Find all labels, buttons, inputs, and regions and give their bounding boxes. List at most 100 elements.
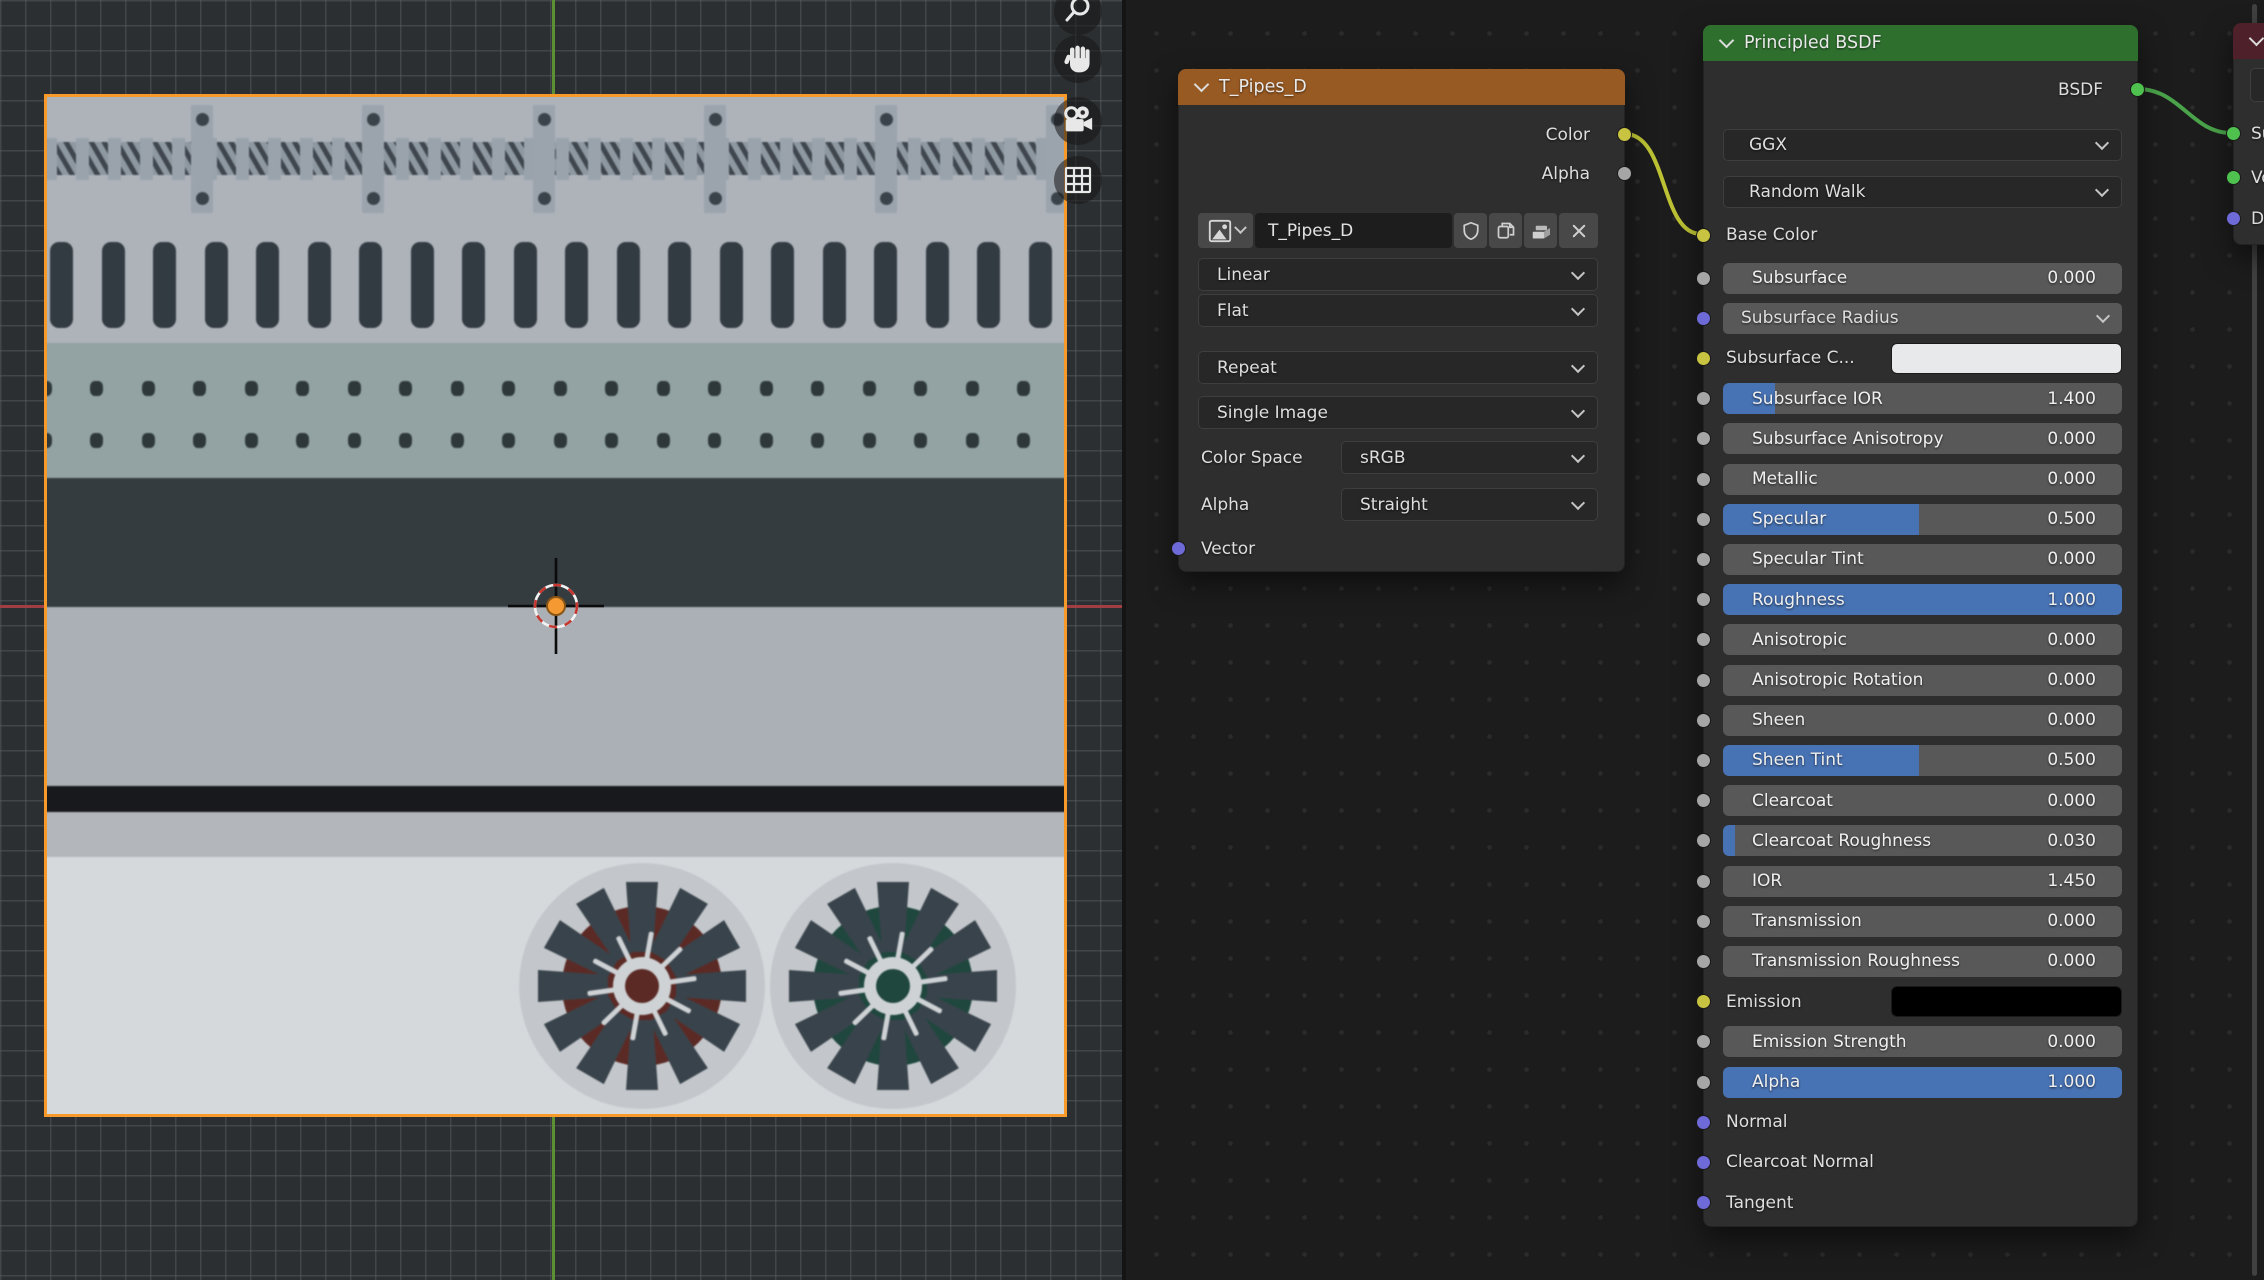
socket-roughness-input[interactable] xyxy=(1696,592,1711,607)
collapse-chevron-icon[interactable] xyxy=(2249,31,2264,47)
socket-specular-tint-input[interactable] xyxy=(1696,552,1711,567)
socket-specular-input[interactable] xyxy=(1696,512,1711,527)
specular-tint-value: 0.000 xyxy=(2047,549,2096,569)
projection-dropdown[interactable]: Flat xyxy=(1198,294,1598,327)
ior-slider[interactable]: IOR1.450 xyxy=(1723,866,2122,897)
socket-anisotropic-rotation-input[interactable] xyxy=(1696,673,1711,688)
socket-displacement-input[interactable] xyxy=(2226,211,2241,226)
collapse-chevron-icon[interactable] xyxy=(1719,33,1735,49)
socket-subsurface-anisotropy-input[interactable] xyxy=(1696,431,1711,446)
material-output-node[interactable]: Surface Volume Displacement xyxy=(2233,23,2264,245)
texture-fan-green xyxy=(763,856,1023,1116)
socket-subsurface-ior-input[interactable] xyxy=(1696,391,1711,406)
socket-base-color-input[interactable] xyxy=(1696,228,1711,243)
zoom-icon xyxy=(1061,0,1095,28)
pack-image-button[interactable] xyxy=(1524,213,1557,248)
specular-slider[interactable]: Specular0.500 xyxy=(1723,504,2122,535)
texture-bracket xyxy=(875,105,897,213)
clearcoat-roughness-slider[interactable]: Clearcoat Roughness0.030 xyxy=(1723,825,2122,856)
socket-alpha-output[interactable] xyxy=(1617,166,1632,181)
transmission-roughness-slider[interactable]: Transmission Roughness0.000 xyxy=(1723,946,2122,977)
socket-color-output[interactable] xyxy=(1617,127,1632,142)
alpha-mode-dropdown[interactable]: Straight xyxy=(1341,488,1598,521)
duplicate-image-button[interactable] xyxy=(1489,213,1522,248)
bsdf-node-header[interactable]: Principled BSDF xyxy=(1703,25,2138,61)
clearcoat-label: Clearcoat xyxy=(1752,791,1833,811)
texture-slot xyxy=(359,242,382,328)
roughness-slider[interactable]: Roughness1.000 xyxy=(1723,584,2122,615)
socket-clearcoat-normal-input[interactable] xyxy=(1696,1155,1711,1170)
texture-rivet xyxy=(90,381,103,396)
image-texture-node[interactable]: T_Pipes_D Color Alpha T_Pipes_D xyxy=(1178,69,1625,572)
texture-slot xyxy=(205,242,228,328)
bsdf-node-title: Principled BSDF xyxy=(1744,33,1882,53)
sheen-slider[interactable]: Sheen0.000 xyxy=(1723,705,2122,736)
transmission-slider[interactable]: Transmission0.000 xyxy=(1723,906,2122,937)
texture-bracket xyxy=(362,105,384,213)
socket-metallic-input[interactable] xyxy=(1696,472,1711,487)
texture-slot xyxy=(308,242,331,328)
texture-rivet xyxy=(44,433,52,448)
source-dropdown[interactable]: Single Image xyxy=(1198,396,1598,429)
ortho-grid-gizmo[interactable] xyxy=(1054,156,1102,204)
color-space-dropdown[interactable]: sRGB xyxy=(1341,441,1598,474)
fake-user-button[interactable] xyxy=(1454,213,1487,248)
subsurface-anisotropy-slider[interactable]: Subsurface Anisotropy0.000 xyxy=(1723,423,2122,454)
distribution-dropdown[interactable]: GGX xyxy=(1723,129,2122,161)
socket-emission-input[interactable] xyxy=(1696,994,1711,1009)
socket-transmission-roughness-input[interactable] xyxy=(1696,954,1711,969)
output-target-dropdown[interactable] xyxy=(2250,68,2264,102)
interpolation-dropdown[interactable]: Linear xyxy=(1198,258,1598,291)
subsurface-radius-dropdown[interactable]: Subsurface Radius xyxy=(1723,303,2122,334)
socket-subsurface-input[interactable] xyxy=(1696,271,1711,286)
metallic-slider[interactable]: Metallic0.000 xyxy=(1723,464,2122,495)
3d-viewport[interactable] xyxy=(0,0,1122,1280)
principled-bsdf-node[interactable]: Principled BSDF BSDF GGX Random Walk Bas… xyxy=(1703,25,2138,1227)
socket-subsurface-c-input[interactable] xyxy=(1696,351,1711,366)
clearcoat-roughness-fill xyxy=(1723,825,1735,856)
output-node-header[interactable] xyxy=(2233,23,2264,59)
socket-subsurface-radius-input[interactable] xyxy=(1696,311,1711,326)
socket-clearcoat-input[interactable] xyxy=(1696,793,1711,808)
socket-ior-input[interactable] xyxy=(1696,874,1711,889)
specular-tint-slider[interactable]: Specular Tint0.000 xyxy=(1723,544,2122,575)
image-node-header[interactable]: T_Pipes_D xyxy=(1178,69,1625,105)
chevron-down-icon xyxy=(1571,448,1585,462)
image-name-field[interactable]: T_Pipes_D xyxy=(1255,213,1452,248)
browse-image-button[interactable] xyxy=(1198,213,1253,248)
alpha-slider[interactable]: Alpha 1.000 xyxy=(1723,1067,2122,1098)
textured-plane-object[interactable] xyxy=(44,94,1067,1117)
camera-view-gizmo[interactable] xyxy=(1054,97,1102,145)
alpha-value: 1.000 xyxy=(2047,1072,2096,1092)
socket-transmission-input[interactable] xyxy=(1696,914,1711,929)
anisotropic-slider[interactable]: Anisotropic0.000 xyxy=(1723,624,2122,655)
socket-emission-strength-input[interactable] xyxy=(1696,1034,1711,1049)
subsurface-method-dropdown[interactable]: Random Walk xyxy=(1723,176,2122,208)
unlink-image-button[interactable] xyxy=(1559,213,1598,248)
alpha-label: Alpha xyxy=(1752,1072,1800,1092)
socket-volume-input[interactable] xyxy=(2226,170,2241,185)
socket-sheen-tint-input[interactable] xyxy=(1696,753,1711,768)
socket-vector-input[interactable] xyxy=(1171,541,1186,556)
subsurface-ior-slider[interactable]: Subsurface IOR1.400 xyxy=(1723,383,2122,414)
emission-color-swatch[interactable] xyxy=(1891,986,2122,1017)
sheen-tint-slider[interactable]: Sheen Tint0.500 xyxy=(1723,745,2122,776)
clearcoat-slider[interactable]: Clearcoat0.000 xyxy=(1723,785,2122,816)
socket-anisotropic-input[interactable] xyxy=(1696,632,1711,647)
socket-alpha-input[interactable] xyxy=(1696,1075,1711,1090)
pan-gizmo[interactable] xyxy=(1054,35,1102,83)
socket-surface-input[interactable] xyxy=(2226,126,2241,141)
collapse-chevron-icon[interactable] xyxy=(1194,77,1210,93)
shield-icon xyxy=(1459,219,1483,243)
zoom-gizmo[interactable] xyxy=(1054,0,1102,35)
socket-normal-input[interactable] xyxy=(1696,1115,1711,1130)
socket-clearcoat-roughness-input[interactable] xyxy=(1696,833,1711,848)
emission-strength-slider[interactable]: Emission Strength0.000 xyxy=(1723,1026,2122,1057)
subsurface-slider[interactable]: Subsurface0.000 xyxy=(1723,263,2122,294)
subsurface-c-color-swatch[interactable] xyxy=(1891,343,2122,374)
extension-dropdown[interactable]: Repeat xyxy=(1198,351,1598,384)
socket-bsdf-output[interactable] xyxy=(2130,82,2145,97)
anisotropic-rotation-slider[interactable]: Anisotropic Rotation0.000 xyxy=(1723,665,2122,696)
socket-sheen-input[interactable] xyxy=(1696,713,1711,728)
socket-tangent-input[interactable] xyxy=(1696,1195,1711,1210)
